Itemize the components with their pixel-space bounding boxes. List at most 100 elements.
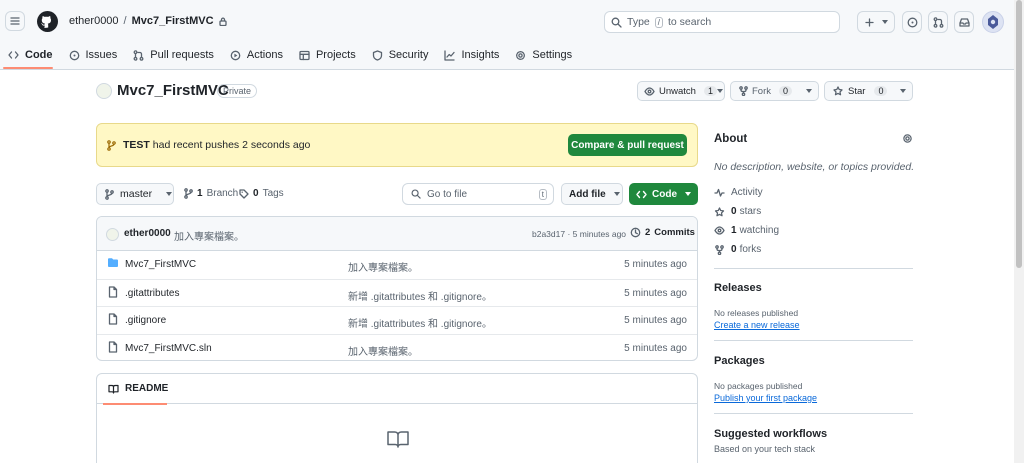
chevron-down-icon [166, 192, 173, 196]
tab-label: Code [25, 49, 53, 61]
forks-count: 0 [731, 244, 737, 255]
stars-link[interactable]: 0 stars [714, 206, 761, 217]
repo-title[interactable]: Mvc7_FirstMVC [117, 82, 229, 99]
packages-title[interactable]: Packages [714, 355, 765, 367]
tags-link[interactable]: 0 Tags [239, 188, 284, 199]
breadcrumb-owner[interactable]: ether0000 [69, 15, 119, 27]
readme-header: README [97, 374, 697, 404]
chevron-down-icon [613, 192, 620, 196]
branch-selector[interactable]: master [96, 183, 174, 205]
tab-security[interactable]: Security [364, 44, 437, 66]
tab-label: Issues [85, 49, 118, 61]
github-logo-icon[interactable] [37, 11, 58, 32]
table-row[interactable]: .gitattributes 新增 .gitattributes 和 .gitig… [97, 278, 697, 307]
file-name[interactable]: Mvc7_FirstMVC.sln [125, 343, 212, 354]
avatar[interactable] [982, 11, 1004, 33]
fork-button[interactable]: Fork 0 [730, 81, 819, 101]
sidebar-divider [714, 340, 913, 341]
unwatch-button[interactable]: Unwatch 1 [637, 81, 725, 101]
releases-title[interactable]: Releases [714, 282, 762, 294]
star-icon [833, 86, 843, 96]
file-commit-message[interactable]: 加入專案檔案。 [348, 343, 418, 358]
tab-label: Security [388, 49, 429, 61]
tab-issues[interactable]: Issues [61, 44, 126, 66]
go-to-file-placeholder: Go to file [427, 188, 468, 200]
file-name[interactable]: Mvc7_FirstMVC [125, 259, 196, 270]
issues-button[interactable] [902, 11, 922, 33]
sidebar-divider [714, 413, 913, 414]
code-button[interactable]: Code [629, 183, 698, 205]
tag-icon [239, 188, 249, 199]
tab-projects[interactable]: Projects [291, 44, 364, 66]
chevron-down-icon [881, 20, 888, 24]
publish-package-link[interactable]: Publish your first package [714, 393, 817, 403]
scrollbar-thumb[interactable] [1016, 0, 1022, 268]
file-commit-message[interactable]: 新增 .gitattributes 和 .gitignore。 [348, 288, 492, 303]
table-row[interactable]: Mvc7_FirstMVC 加入專案檔案。 5 minutes ago [97, 251, 697, 279]
star-count: 0 [874, 86, 888, 96]
breadcrumb: ether0000 / Mvc7_FirstMVC [69, 15, 227, 27]
add-file-button[interactable]: Add file [561, 183, 623, 205]
commit-hash-time[interactable]: b2a3d17 · 5 minutes ago [532, 229, 626, 239]
search-icon [411, 189, 421, 199]
commit-message[interactable]: 加入專案檔案。 [174, 228, 244, 243]
about-title: About [714, 133, 748, 145]
stars-count: 0 [731, 206, 737, 217]
stars-label: stars [739, 206, 762, 217]
tab-pull-requests[interactable]: Pull requests [125, 44, 222, 66]
sidebar-divider [714, 268, 913, 269]
table-row[interactable]: .gitignore 新增 .gitattributes 和 .gitignore… [97, 306, 697, 334]
create-new-button[interactable] [857, 11, 895, 33]
tag-count: 0 [253, 188, 259, 199]
inbox-button[interactable] [954, 11, 974, 33]
commit-author-avatar[interactable] [106, 228, 119, 241]
activity-link[interactable]: Activity [714, 187, 763, 198]
lock-icon [218, 17, 227, 26]
commits-link[interactable]: 2 Commits [630, 227, 695, 238]
banner-text: TEST had recent pushes 2 seconds ago [123, 139, 310, 151]
active-tab-indicator [3, 67, 53, 69]
go-to-file-key: t [538, 188, 547, 200]
readme-tab[interactable]: README [108, 383, 168, 394]
branch-icon [184, 188, 193, 199]
code-icon [8, 50, 19, 59]
tab-actions[interactable]: Actions [222, 44, 291, 66]
table-icon [299, 50, 310, 60]
forks-link[interactable]: 0 forks [714, 244, 761, 255]
menu-button[interactable] [5, 11, 25, 31]
tab-label: Insights [461, 49, 500, 61]
folder-icon [108, 258, 118, 267]
file-name[interactable]: .gitignore [125, 315, 166, 326]
plus-icon [864, 17, 874, 27]
go-to-file-input[interactable]: Go to file t [402, 183, 554, 205]
readme-tab-indicator [103, 403, 167, 405]
banner-branch[interactable]: TEST [123, 139, 150, 151]
issue-icon [69, 50, 79, 60]
star-icon [714, 206, 725, 216]
breadcrumb-repo[interactable]: Mvc7_FirstMVC [132, 15, 214, 27]
watching-link[interactable]: 1 watching [714, 225, 779, 236]
table-row[interactable]: Mvc7_FirstMVC.sln 加入專案檔案。 5 minutes ago [97, 333, 697, 361]
commits-label: Commits [654, 227, 695, 238]
file-commit-message[interactable]: 加入專案檔案。 [348, 259, 418, 274]
star-button[interactable]: Star 0 [824, 81, 913, 101]
compare-pull-request-button[interactable]: Compare & pull request [568, 134, 687, 156]
search-input[interactable]: Type / to search [604, 11, 840, 33]
tab-insights[interactable]: Insights [436, 44, 507, 66]
readme-panel: README [96, 373, 698, 463]
chevron-down-icon [900, 89, 906, 93]
fork-icon [739, 86, 748, 96]
fork-label: Fork [752, 85, 771, 97]
gear-icon[interactable] [902, 133, 913, 144]
create-release-link[interactable]: Create a new release [714, 320, 800, 330]
banner-message: had recent pushes 2 seconds ago [152, 139, 311, 151]
branches-link[interactable]: 1 Branch [184, 188, 238, 199]
tab-settings[interactable]: Settings [507, 44, 580, 66]
tab-code[interactable]: Code [0, 44, 61, 66]
file-commit-message[interactable]: 新增 .gitattributes 和 .gitignore。 [348, 315, 492, 330]
commit-author[interactable]: ether0000 [124, 228, 171, 239]
pull-requests-button[interactable] [928, 11, 948, 33]
readme-tab-label: README [125, 383, 169, 394]
watch-count: 1 [703, 86, 717, 96]
file-name[interactable]: .gitattributes [125, 288, 179, 299]
